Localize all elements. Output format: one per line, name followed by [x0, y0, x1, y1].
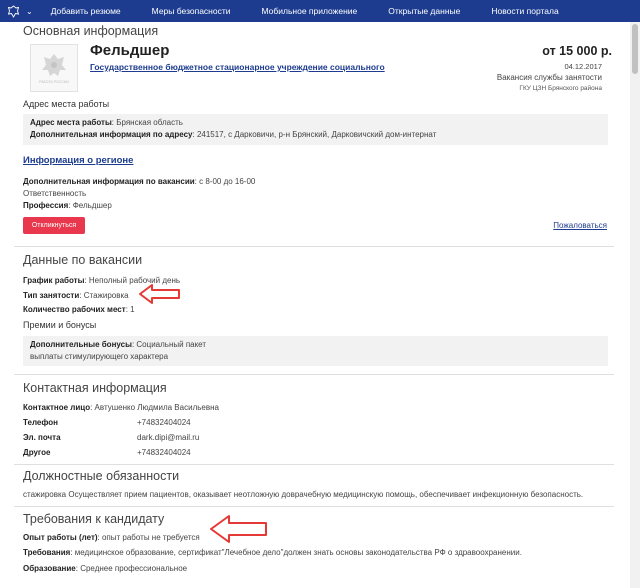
posting-date: 04.12.2017	[564, 62, 602, 71]
requirements-title: Требования к кандидату	[23, 512, 165, 526]
requirements-row: Требования: медицинское образование, сер…	[23, 548, 522, 557]
region-info-link[interactable]: Информация о регионе	[23, 155, 133, 166]
employment-center: ГКУ ЦЗН Брянского района	[519, 85, 602, 92]
email-row: Эл. почта	[23, 433, 61, 442]
responsibility-text: Ответственность	[23, 189, 87, 198]
duties-text: стажировка Осуществляет прием пациентов,…	[23, 490, 584, 499]
coat-of-arms-icon[interactable]	[6, 4, 20, 18]
section-divider	[14, 464, 614, 465]
vacancy-data-title: Данные по вакансии	[23, 253, 143, 267]
salary: от 15 000 р.	[542, 44, 612, 58]
address-value: Брянская область	[116, 118, 183, 127]
complain-link[interactable]: Пожаловаться	[553, 221, 607, 230]
other-value: +74832404024	[137, 448, 191, 457]
contacts-title: Контактная информация	[23, 381, 167, 395]
experience-row: Опыт работы (лет): опыт работы не требуе…	[23, 533, 200, 542]
bonuses-title: Премии и бонусы	[23, 320, 97, 330]
nav-item-add-resume[interactable]: Добавить резюме	[51, 6, 121, 16]
employer-logo: РАБОТА РОССИИ	[30, 44, 78, 92]
section-divider	[14, 374, 614, 375]
respond-button[interactable]: Откликнуться	[23, 217, 85, 234]
profession-row: Профессия: Фельдшер	[23, 201, 112, 210]
workplaces-label: Количество рабочих мест	[23, 305, 126, 314]
scrollbar-thumb[interactable]	[632, 24, 638, 74]
contact-person-label: Контактное лицо	[23, 403, 91, 412]
address-label: Адрес места работы	[30, 118, 112, 127]
contact-person-value: Автушенко Людмила Васильевна	[94, 403, 219, 412]
profession-label: Профессия	[23, 201, 69, 210]
vacancy-source: Вакансия службы занятости	[496, 73, 602, 82]
annotation-arrow-icon	[210, 515, 267, 543]
phone-value[interactable]: +74832404024	[137, 418, 191, 427]
annotation-arrow-icon	[139, 284, 180, 304]
education-row: Образование: Среднее профессиональное	[23, 564, 188, 573]
job-title: Фельдшер	[90, 42, 170, 59]
email-label: Эл. почта	[23, 433, 61, 442]
experience-value: опыт работы не требуется	[101, 533, 200, 542]
extra-bonuses-row: Дополнительные бонусы: Социальный пакет	[30, 340, 207, 349]
requirements-label: Требования	[23, 548, 71, 557]
nav-item-news[interactable]: Новости портала	[491, 6, 558, 16]
top-nav: ⌄ Добавить резюме Меры безопасности Моби…	[0, 0, 640, 22]
address-title: Адрес места работы	[23, 99, 110, 109]
phone-label: Телефон	[23, 418, 58, 427]
other-label: Другое	[23, 448, 51, 457]
extra-bonuses-value: Социальный пакет	[136, 340, 207, 349]
address-row: Адрес места работы: Брянская область	[30, 118, 183, 127]
profession-value: Фельдшер	[72, 201, 112, 210]
nav-item-safety[interactable]: Меры безопасности	[152, 6, 231, 16]
eagle-emblem-icon: РАБОТА РОССИИ	[39, 54, 69, 84]
section-divider	[14, 246, 614, 247]
schedule-label: График работы	[23, 276, 85, 285]
duties-title: Должностные обязанности	[23, 469, 180, 483]
employment-type-label: Тип занятости	[23, 291, 80, 300]
extra-bonuses-label: Дополнительные бонусы	[30, 340, 132, 349]
workplaces-value: 1	[130, 305, 135, 314]
requirements-value: медицинское образование, сертификат"Лече…	[74, 548, 522, 557]
education-value: Среднее профессиональное	[80, 564, 188, 573]
chevron-down-icon[interactable]: ⌄	[26, 7, 33, 16]
email-value[interactable]: dark.dipi@mail.ru	[137, 433, 199, 442]
address-extra-value: 241517, с Дарковичи, р-н Брянский, Дарко…	[196, 130, 437, 139]
vacancy-extra-row: Дополнительная информация по вакансии: с…	[23, 177, 256, 186]
scrollbar[interactable]	[630, 22, 640, 588]
extra-bonuses-line2: выплаты стимулирующего характера	[30, 352, 169, 361]
education-label: Образование	[23, 564, 76, 573]
workplaces-row: Количество рабочих мест: 1	[23, 305, 135, 314]
nav-item-open-data[interactable]: Открытые данные	[388, 6, 460, 16]
phone-row: Телефон	[23, 418, 58, 427]
section-divider	[14, 506, 614, 507]
main-info-title: Основная информация	[23, 24, 159, 38]
employment-type-row: Тип занятости: Стажировка	[23, 291, 129, 300]
nav-item-mobile-app[interactable]: Мобильное приложение	[262, 6, 358, 16]
address-extra-label: Дополнительная информация по адресу	[30, 130, 193, 139]
employment-type-value: Стажировка	[83, 291, 129, 300]
other-row: Другое	[23, 448, 51, 457]
logo-text: РАБОТА РОССИИ	[39, 80, 69, 84]
vacancy-extra-label: Дополнительная информация по вакансии	[23, 177, 195, 186]
experience-label: Опыт работы (лет)	[23, 533, 98, 542]
address-extra-row: Дополнительная информация по адресу: 241…	[30, 130, 437, 139]
organization-link[interactable]: Государственное бюджетное стационарное у…	[90, 62, 385, 72]
vacancy-extra-value: с 8-00 до 16-00	[199, 177, 256, 186]
contact-person-row: Контактное лицо: Автушенко Людмила Васил…	[23, 403, 219, 412]
